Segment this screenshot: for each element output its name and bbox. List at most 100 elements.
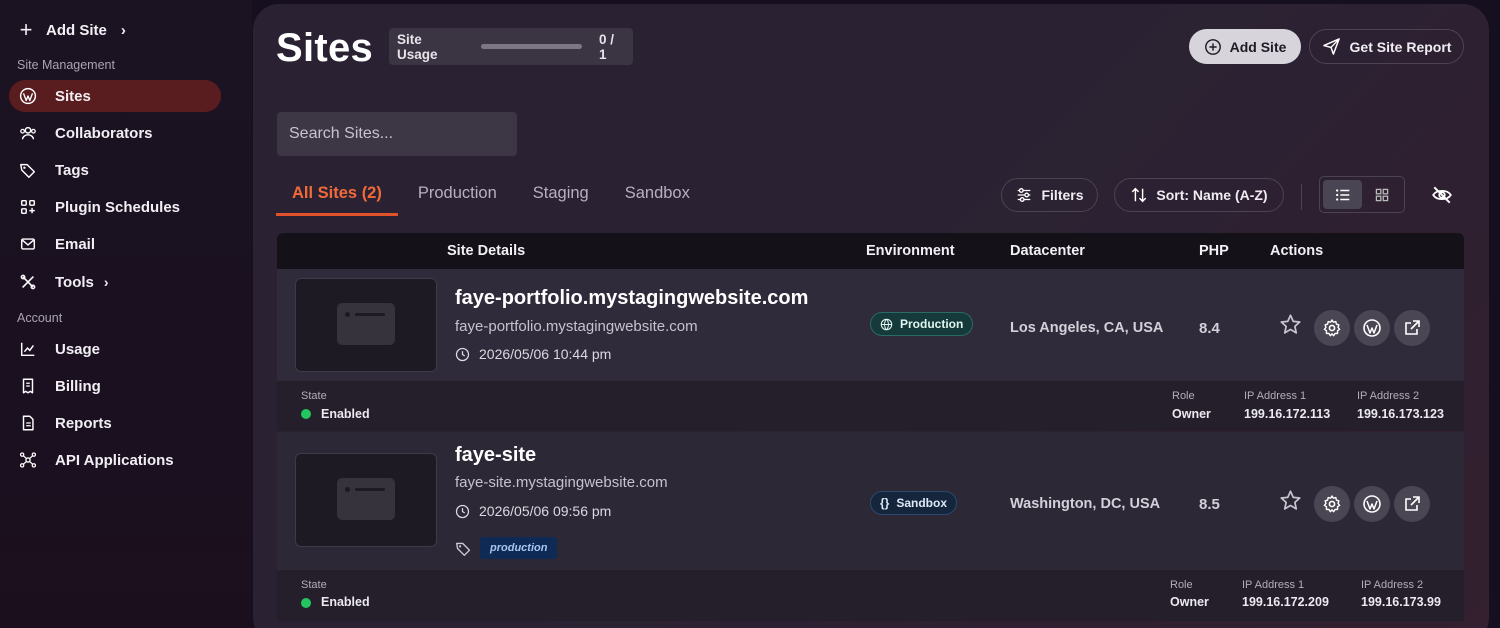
add-site-button-label: Add Site: [1229, 38, 1287, 55]
get-site-report-button[interactable]: Get Site Report: [1309, 29, 1464, 64]
list-view-button[interactable]: [1323, 180, 1362, 209]
wordpress-icon: [1363, 319, 1381, 337]
plugin-schedules-icon: [18, 197, 38, 217]
ip2-value: 199.16.173.99: [1361, 595, 1441, 609]
list-icon: [1335, 188, 1349, 201]
site-date: 2026/05/06 10:44 pm: [479, 346, 612, 362]
site-usage-bar: [481, 44, 583, 49]
view-toggle: [1319, 176, 1405, 213]
clock-icon: [455, 504, 470, 518]
col-datacenter: Datacenter: [1010, 243, 1085, 259]
environment-label: Production: [900, 317, 964, 331]
sidebar-item-label: Reports: [55, 414, 112, 432]
sidebar-add-site-label: Add Site: [46, 21, 107, 39]
sidebar-item-usage[interactable]: Usage: [9, 333, 221, 365]
plus-icon: +: [19, 17, 33, 42]
wordpress-icon: [1363, 495, 1381, 513]
code-braces-icon: {}: [880, 496, 890, 510]
col-environment: Environment: [866, 243, 955, 259]
sidebar-item-tools[interactable]: Tools ›: [9, 266, 221, 298]
globe-icon: [880, 318, 893, 330]
site-usage-label: Site Usage: [397, 31, 438, 62]
site-usage-value: 0 / 1: [599, 31, 615, 62]
toolbar-divider: [1301, 184, 1302, 210]
favorite-star-button[interactable]: [1272, 306, 1308, 342]
get-site-report-label: Get Site Report: [1349, 38, 1452, 55]
role-value: Owner: [1172, 407, 1211, 421]
status-dot: [301, 598, 311, 608]
ip1-label: IP Address 1: [1244, 390, 1307, 402]
section-site-management: Site Management: [17, 58, 115, 72]
sidebar-item-label: Usage: [55, 340, 101, 358]
settings-button[interactable]: [1314, 486, 1350, 522]
php-version: 8.5: [1199, 496, 1220, 513]
browser-window-icon: [337, 303, 395, 345]
role-label: Role: [1172, 390, 1195, 402]
role-value: Owner: [1170, 595, 1209, 609]
users-icon: [18, 123, 38, 143]
site-thumbnail[interactable]: [295, 278, 437, 372]
tags-icon: [456, 542, 471, 556]
browser-window-icon: [337, 478, 395, 520]
table-header: Site Details Environment Datacenter PHP …: [277, 233, 1464, 269]
ip1-label: IP Address 1: [1242, 579, 1305, 591]
site-thumbnail[interactable]: [295, 453, 437, 547]
sort-button[interactable]: Sort: Name (A-Z): [1114, 178, 1284, 212]
environment-badge: Production: [870, 312, 974, 336]
search-input[interactable]: [277, 112, 517, 156]
eye-off-icon[interactable]: [1431, 184, 1453, 206]
row-meta: State Enabled Role Owner IP Address 1 19…: [277, 380, 1464, 431]
ip2-label: IP Address 2: [1357, 390, 1420, 402]
grid-view-button[interactable]: [1362, 180, 1401, 209]
filters-button[interactable]: Filters: [1001, 178, 1098, 212]
page-title: Sites: [276, 26, 374, 70]
plus-circle-icon: [1204, 38, 1221, 55]
sidebar-item-reports[interactable]: Reports: [9, 407, 221, 439]
tab-production[interactable]: Production: [402, 174, 513, 216]
sidebar-add-site[interactable]: + Add Site ›: [16, 18, 126, 42]
sidebar-item-tags[interactable]: Tags: [9, 154, 221, 186]
row-meta: State Enabled Role Owner IP Address 1 19…: [277, 569, 1464, 621]
sidebar-item-label: Plugin Schedules: [55, 198, 181, 216]
tab-staging[interactable]: Staging: [517, 174, 605, 216]
role-label: Role: [1170, 579, 1193, 591]
datacenter: Washington, DC, USA: [1010, 496, 1161, 512]
tag-chip[interactable]: production: [480, 537, 558, 559]
php-version: 8.4: [1199, 320, 1220, 337]
tab-sandbox[interactable]: Sandbox: [609, 174, 706, 216]
email-icon: [18, 234, 38, 254]
api-icon: [18, 450, 38, 470]
table-row[interactable]: faye-site faye-site.mystagingwebsite.com…: [277, 432, 1464, 569]
sidebar-item-sites[interactable]: Sites: [9, 80, 221, 112]
star-icon: [1279, 489, 1301, 510]
send-icon: [1322, 38, 1340, 55]
favorite-star-button[interactable]: [1272, 482, 1308, 518]
wordpress-admin-button[interactable]: [1354, 310, 1390, 346]
wordpress-admin-button[interactable]: [1354, 486, 1390, 522]
col-site-details: Site Details: [447, 243, 526, 259]
open-site-button[interactable]: [1394, 310, 1430, 346]
billing-icon: [18, 376, 38, 396]
sidebar-item-api-applications[interactable]: API Applications: [9, 444, 221, 476]
section-account: Account: [17, 311, 63, 325]
gear-icon: [1323, 495, 1341, 513]
sidebar-item-billing[interactable]: Billing: [9, 370, 221, 402]
wordpress-icon: [18, 86, 38, 106]
environment-label: Sandbox: [896, 496, 948, 510]
table-row[interactable]: faye-portfolio.mystagingwebsite.com faye…: [277, 269, 1464, 380]
main-panel: Sites Site Usage 0 / 1 Add Site Get Site…: [253, 4, 1489, 628]
sidebar-item-label: Tags: [55, 161, 89, 179]
site-created: 2026/05/06 10:44 pm: [455, 346, 611, 362]
state-label: State: [301, 579, 327, 591]
sidebar-item-collaborators[interactable]: Collaborators: [9, 117, 221, 149]
site-name[interactable]: faye-site: [455, 444, 536, 467]
sidebar-item-label: API Applications: [55, 451, 174, 469]
add-site-button[interactable]: Add Site: [1189, 29, 1301, 64]
sidebar-item-email[interactable]: Email: [9, 228, 221, 260]
sidebar-item-plugin-schedules[interactable]: Plugin Schedules: [9, 191, 221, 223]
reports-icon: [18, 413, 38, 433]
tab-all-sites[interactable]: All Sites (2): [276, 174, 398, 216]
settings-button[interactable]: [1314, 310, 1350, 346]
site-name[interactable]: faye-portfolio.mystagingwebsite.com: [455, 287, 808, 310]
open-site-button[interactable]: [1394, 486, 1430, 522]
